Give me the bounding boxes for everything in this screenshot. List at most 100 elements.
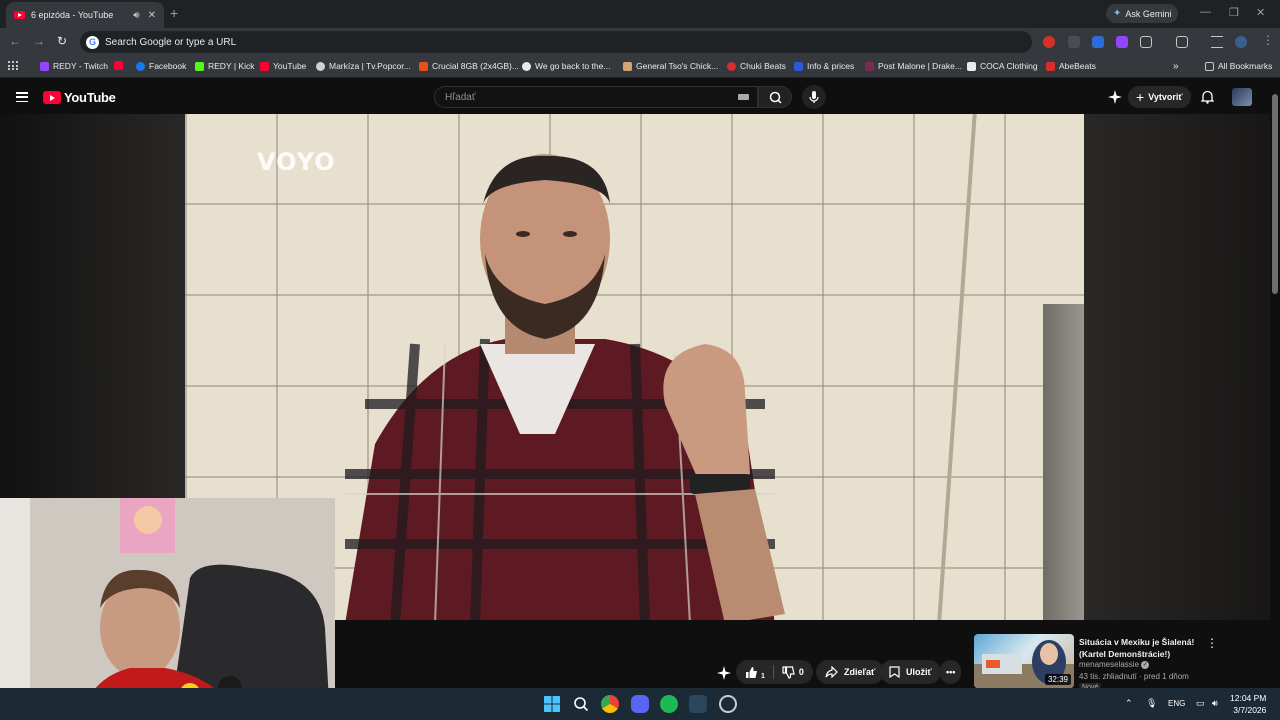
recommended-video[interactable]: 32:39 Situácia v Mexiku je Šialená! (Kar… — [974, 634, 1264, 688]
extension-blue-icon[interactable] — [1092, 36, 1104, 48]
recommended-thumbnail[interactable]: 32:39 — [974, 634, 1074, 688]
bookmark-item[interactable]: COCA Clothing — [967, 61, 1038, 71]
bookmark-item[interactable]: Markíza | Tv.Popcor... — [316, 61, 411, 71]
extension-twitch-icon[interactable] — [1116, 36, 1128, 48]
tray-mic-icon[interactable]: 🎙︎ — [1146, 698, 1157, 709]
bookmark-item[interactable]: Facebook — [136, 61, 186, 71]
windows-taskbar: ⌃ 🎙︎ ENG ▭ 🔊︎ 12:04 PM 3/7/2026 — [0, 688, 1280, 720]
ask-ai-sparkle-icon[interactable] — [717, 666, 731, 680]
thumbs-down-icon — [782, 665, 795, 679]
gemini-sparkle-icon: ✦ — [1113, 8, 1122, 19]
more-actions-button[interactable]: ••• — [940, 660, 962, 684]
bookmark-item[interactable]: YouTube — [260, 61, 306, 71]
restore-icon[interactable]: ❐ — [1229, 6, 1239, 19]
youtube-favicon-icon — [14, 11, 25, 19]
share-button[interactable]: Zdieľať — [816, 660, 885, 684]
app-icon[interactable] — [719, 695, 737, 713]
upload-age: pred 1 dňom — [1143, 672, 1189, 681]
bookmark-item[interactable]: Chuki Beats — [727, 61, 786, 71]
chrome-app-icon[interactable] — [601, 695, 619, 713]
bookmark-item[interactable]: Post Malone | Drake... — [865, 61, 962, 71]
share-label: Zdieľať — [844, 667, 876, 677]
recommended-meta: 43 tis. zhliadnutí · pred 1 dňom — [1079, 672, 1189, 681]
folder-icon — [1205, 61, 1214, 71]
close-window-icon[interactable]: ✕ — [1256, 6, 1265, 19]
recommended-channel[interactable]: menameselassie ✓ — [1079, 660, 1150, 669]
save-button[interactable]: Uložiť — [880, 660, 941, 684]
tray-chevron-icon[interactable]: ⌃ — [1125, 698, 1133, 709]
search-button[interactable] — [758, 86, 792, 108]
like-button[interactable]: 1 — [745, 665, 765, 680]
voice-search-button[interactable] — [802, 85, 826, 109]
youtube-logo[interactable]: YouTube — [43, 90, 116, 105]
system-clock[interactable]: 12:04 PM 3/7/2026 — [1230, 692, 1266, 716]
dislike-button[interactable]: 0 — [782, 665, 804, 679]
close-tab-icon[interactable]: ✕ — [148, 10, 156, 21]
bookmark-item[interactable] — [114, 61, 123, 70]
search-icon[interactable] — [572, 695, 590, 713]
language-indicator[interactable]: ENG — [1168, 699, 1185, 708]
spotify-app-icon[interactable] — [660, 695, 678, 713]
bookmark-item[interactable]: AbeBeats — [1046, 61, 1096, 71]
ask-gemini-button[interactable]: ✦ Ask Gemini — [1106, 4, 1179, 23]
recipe-icon — [623, 61, 632, 71]
address-bar[interactable]: G Search Google or type a URL — [80, 31, 1032, 53]
plus-icon: + — [1136, 89, 1145, 105]
speaker-icon[interactable]: 🔊︎ — [133, 10, 139, 21]
browser-tab-youtube[interactable]: 6 epizóda - YouTube 🔊︎ ✕ — [6, 2, 164, 28]
google-g-icon: G — [86, 35, 99, 49]
tab-search-icon[interactable] — [1176, 36, 1188, 48]
account-avatar[interactable] — [1232, 88, 1252, 106]
minimize-icon[interactable]: — — [1200, 6, 1211, 18]
new-tab-button[interactable]: + — [170, 5, 178, 21]
webcam-overlay — [0, 498, 335, 720]
apps-grid-icon[interactable] — [8, 61, 18, 71]
all-bookmarks-folder[interactable]: All Bookmarks — [1205, 61, 1272, 71]
sparkle-icon[interactable] — [1108, 90, 1122, 104]
chrome-menu-icon[interactable]: ⋮ — [1262, 33, 1274, 47]
bookmark-item[interactable]: Info & prices — [794, 61, 854, 71]
metal-cabinet — [1043, 304, 1084, 620]
reading-list-icon[interactable] — [1211, 36, 1223, 48]
player-ambient-right — [1084, 114, 1270, 620]
bookmark-item[interactable]: Crucial 8GB (2x4GB)... — [419, 61, 519, 71]
twitch-icon — [40, 61, 49, 71]
discord-app-icon[interactable] — [631, 695, 649, 713]
more-bookmarks-chevron-icon[interactable]: » — [1173, 61, 1179, 72]
recommended-more-icon[interactable]: ⋮ — [1206, 636, 1218, 650]
bookmark-icon — [889, 666, 900, 678]
network-icon[interactable]: ▭ — [1196, 698, 1205, 709]
steam-app-icon[interactable] — [689, 695, 707, 713]
bookmark-item[interactable]: General Tso's Chick... — [623, 61, 718, 71]
volume-icon[interactable]: 🔊︎ — [1212, 698, 1218, 709]
microphone-icon — [809, 91, 819, 103]
more-horizontal-icon: ••• — [946, 667, 956, 677]
windows-start-icon[interactable] — [543, 695, 561, 713]
reload-icon[interactable]: ↻ — [57, 34, 67, 48]
menu-icon[interactable] — [16, 92, 28, 102]
voyo-watermark: VOYO — [257, 148, 336, 176]
search-input[interactable]: Hľadať — [434, 86, 758, 108]
create-button[interactable]: + Vytvoriť — [1128, 86, 1191, 108]
notifications-bell-icon[interactable] — [1201, 90, 1214, 104]
forward-icon[interactable]: → — [33, 34, 45, 48]
profile-avatar-icon[interactable] — [1235, 36, 1247, 48]
bookmark-item[interactable]: REDY | Kick — [195, 61, 254, 71]
back-icon[interactable]: ← — [9, 34, 21, 48]
extension-arrow-icon[interactable] — [1068, 36, 1080, 48]
like-dislike-group: 1 0 — [736, 660, 813, 684]
bookmark-item[interactable]: We go back to the... — [522, 61, 610, 71]
scrollbar-thumb[interactable] — [1272, 94, 1278, 294]
extensions-puzzle-icon[interactable] — [1140, 36, 1152, 48]
bookmark-item[interactable]: REDY - Twitch — [40, 61, 108, 71]
extension-red-icon[interactable] — [1043, 36, 1055, 48]
browser-toolbar: ← → ↻ G Search Google or type a URL ⋮ — [0, 28, 1280, 56]
channel-name: menameselassie — [1079, 660, 1140, 669]
webcam-scene — [0, 498, 335, 720]
recommended-title[interactable]: Situácia v Mexiku je Šialená! (Kartel De… — [1079, 636, 1209, 660]
ask-gemini-label: Ask Gemini — [1125, 8, 1172, 19]
keyboard-icon[interactable] — [738, 94, 749, 100]
youtube-header: YouTube Hľadať + Vytvoriť — [0, 80, 1280, 114]
page-scrollbar[interactable] — [1270, 80, 1280, 688]
address-bar-placeholder: Search Google or type a URL — [105, 36, 237, 48]
